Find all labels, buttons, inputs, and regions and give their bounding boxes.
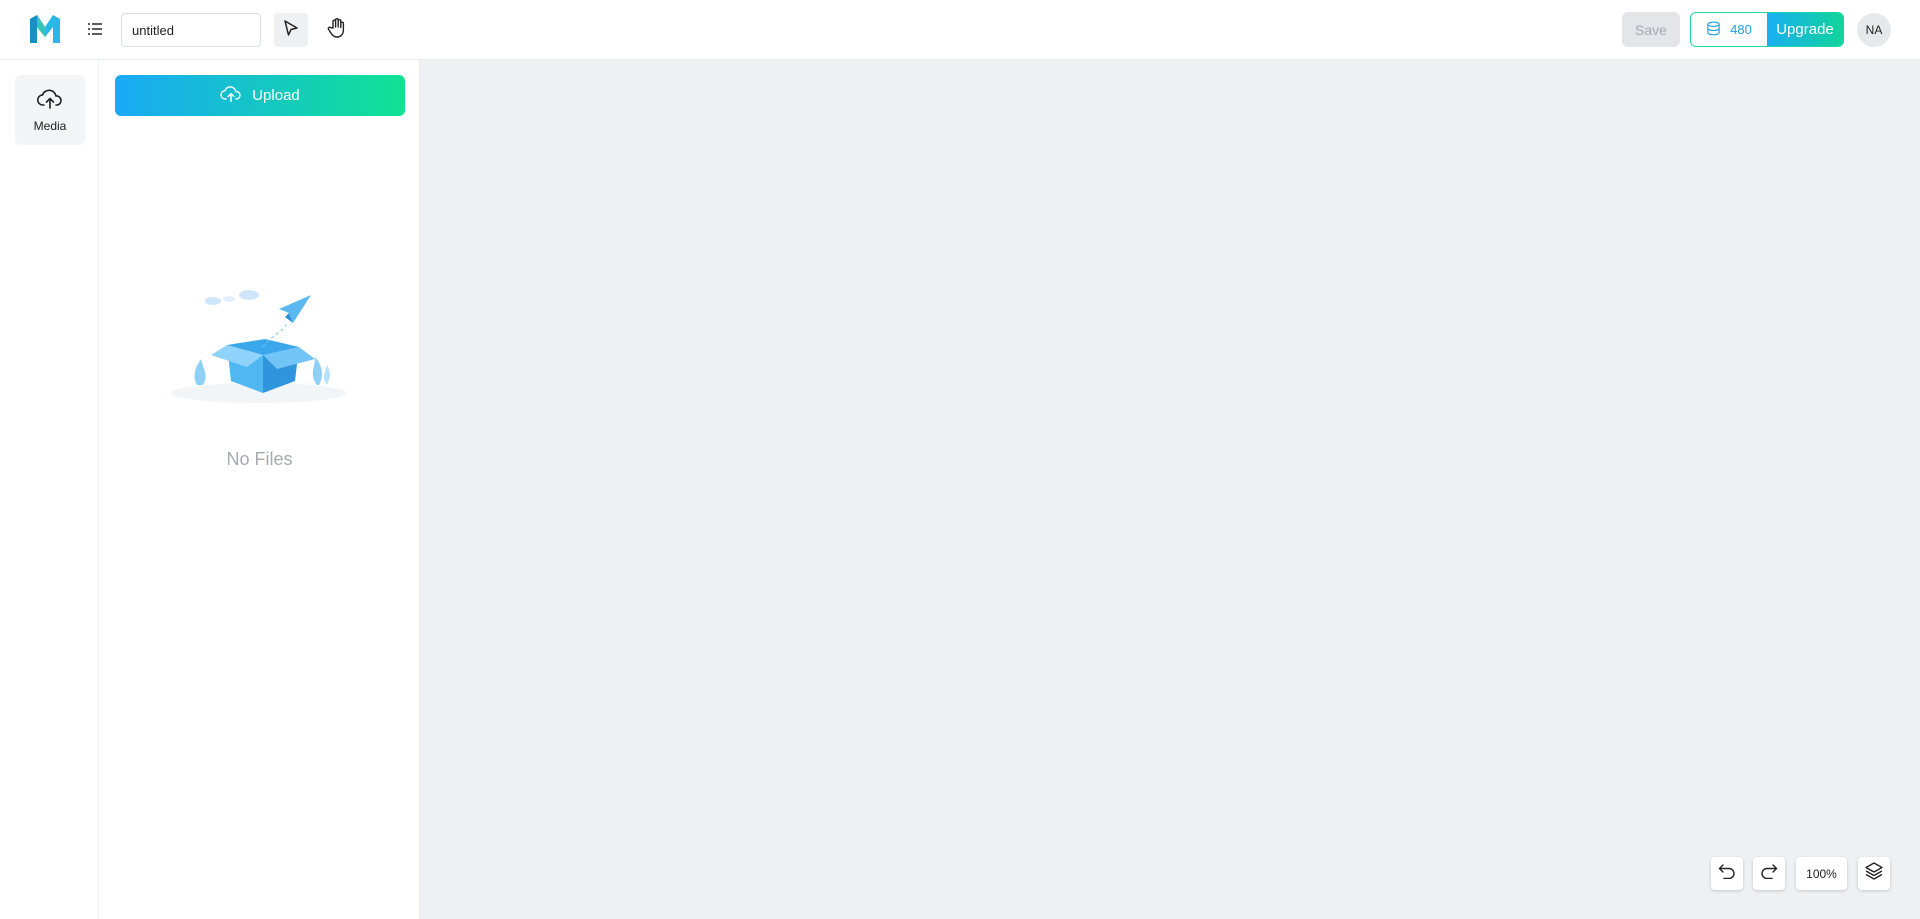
upload-button[interactable]: Upload bbox=[115, 75, 405, 116]
media-panel: Upload No Files bbox=[99, 60, 420, 919]
cloud-upload-icon bbox=[220, 85, 242, 107]
sidebar-item-media[interactable]: Media bbox=[15, 75, 85, 145]
save-button[interactable]: Save bbox=[1622, 12, 1680, 47]
hand-icon bbox=[327, 17, 347, 44]
zoom-level-button[interactable]: 100% bbox=[1796, 857, 1847, 890]
canvas-area[interactable] bbox=[420, 60, 1920, 919]
empty-state-text: No Files bbox=[226, 449, 293, 469]
undo-button[interactable] bbox=[1711, 857, 1743, 890]
hand-tool-button[interactable] bbox=[320, 13, 354, 47]
layers-button[interactable] bbox=[1858, 857, 1890, 890]
redo-icon bbox=[1760, 863, 1778, 884]
empty-box-illustration bbox=[167, 285, 351, 405]
credits-upgrade-group: 480 Upgrade bbox=[1690, 12, 1844, 47]
pointer-icon bbox=[282, 19, 300, 42]
credits-count: 480 bbox=[1730, 22, 1752, 37]
upgrade-button[interactable]: Upgrade bbox=[1767, 13, 1843, 46]
logo-icon[interactable] bbox=[28, 13, 62, 45]
database-icon bbox=[1706, 21, 1721, 39]
select-tool-button[interactable] bbox=[274, 13, 308, 47]
undo-icon bbox=[1718, 863, 1736, 884]
sidebar-item-label: Media bbox=[33, 118, 67, 133]
upload-label: Upload bbox=[252, 87, 300, 104]
project-title-input[interactable] bbox=[121, 13, 261, 47]
avatar[interactable]: NA bbox=[1857, 13, 1891, 47]
layers-icon bbox=[1864, 861, 1884, 886]
cloud-upload-icon bbox=[36, 88, 63, 115]
menu-icon[interactable] bbox=[84, 16, 106, 42]
sidebar-rail: Media bbox=[0, 60, 99, 919]
credits-display[interactable]: 480 bbox=[1691, 13, 1767, 46]
redo-button[interactable] bbox=[1753, 857, 1785, 890]
top-bar: Save 480 Upgrade NA bbox=[0, 0, 1920, 60]
